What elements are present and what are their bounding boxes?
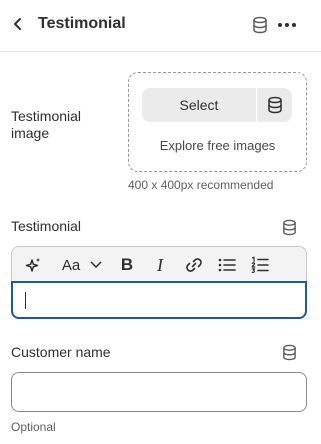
ai-sparkle-button[interactable]: [21, 253, 45, 277]
chevron-down-icon: [90, 261, 102, 268]
more-actions-button[interactable]: [276, 15, 298, 35]
testimonial-text-editor[interactable]: [11, 281, 307, 319]
italic-button[interactable]: I: [148, 253, 172, 277]
connect-dynamic-source-button[interactable]: [250, 15, 270, 35]
rich-text-toolbar: Aa B I: [11, 246, 307, 282]
link-button[interactable]: [182, 253, 206, 277]
page-title: Testimonial: [38, 15, 126, 32]
testimonial-label: Testimonial: [11, 218, 82, 234]
image-dropzone[interactable]: [128, 72, 307, 172]
back-button[interactable]: [8, 14, 28, 34]
numbered-list-icon: [251, 256, 269, 273]
numbered-list-button[interactable]: [248, 253, 272, 277]
testimonial-dynamic-source-button[interactable]: [279, 217, 299, 237]
bold-button[interactable]: B: [115, 253, 139, 277]
explore-free-images-link[interactable]: Explore free images: [128, 138, 307, 153]
image-dynamic-source-button[interactable]: [257, 88, 292, 122]
bulleted-list-button[interactable]: [215, 253, 239, 277]
bullet-list-icon: [218, 258, 236, 272]
editor-header: Testimonial: [0, 0, 321, 52]
text-cursor: [25, 292, 26, 309]
font-style-dropdown[interactable]: Aa: [56, 253, 108, 277]
customer-name-dynamic-source-button[interactable]: [279, 342, 299, 362]
database-icon: [267, 96, 282, 114]
sparkle-icon: [25, 258, 40, 272]
select-image-button[interactable]: Select: [142, 88, 256, 122]
customer-name-input[interactable]: [11, 372, 307, 412]
customer-name-label: Customer name: [11, 344, 111, 360]
testimonial-image-label: Testimonial image: [11, 108, 82, 141]
link-icon: [186, 258, 202, 272]
image-size-hint: 400 x 400px recommended: [128, 178, 274, 192]
database-icon: [282, 219, 296, 235]
chevron-left-icon: [14, 18, 21, 30]
database-icon: [253, 16, 267, 34]
database-icon: [282, 344, 296, 360]
bold-icon: B: [120, 255, 134, 274]
font-style-icon: Aa: [61, 256, 81, 274]
customer-name-help-text: Optional: [11, 420, 56, 434]
more-horizontal-icon: [278, 23, 296, 27]
italic-icon: I: [157, 254, 163, 275]
